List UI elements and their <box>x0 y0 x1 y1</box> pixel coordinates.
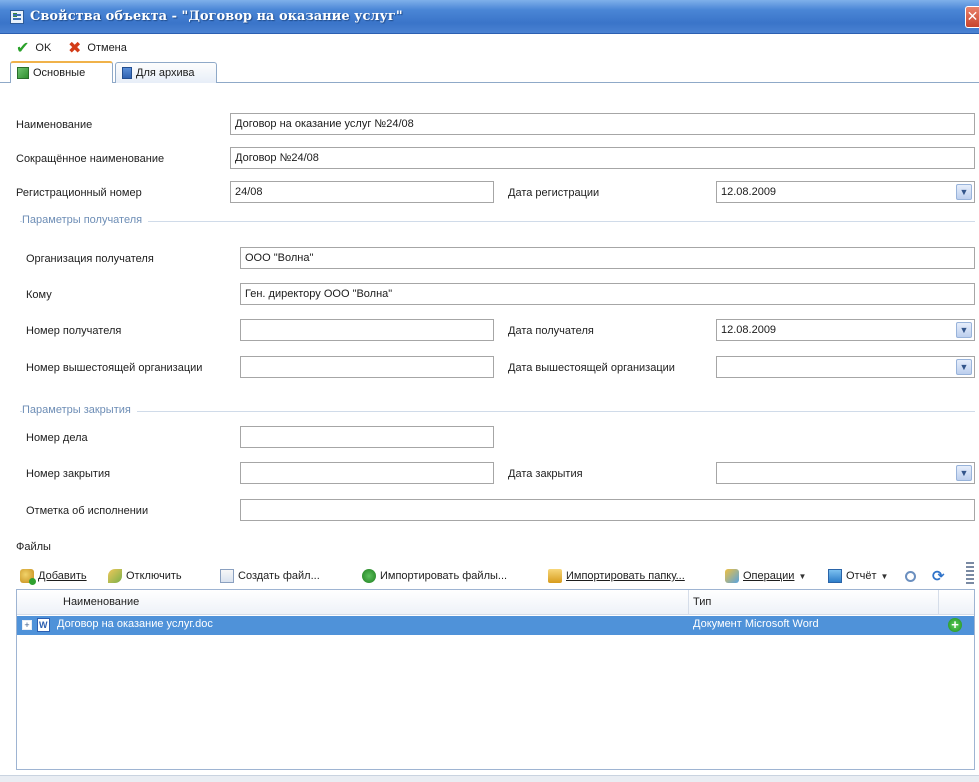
execution-mark-input[interactable] <box>240 499 975 521</box>
toolbar-overflow-grip[interactable] <box>966 562 974 586</box>
import-files-icon <box>362 569 376 583</box>
table-row[interactable]: + Договор на оказание услуг.doc Документ… <box>17 616 974 635</box>
higher-org-date-label: Дата вышестоящей организации <box>508 362 675 374</box>
recipient-org-label: Организация получателя <box>26 253 154 265</box>
column-separator[interactable] <box>688 590 689 615</box>
recipient-group-title: Параметры получателя <box>22 214 149 226</box>
import-folder-button[interactable]: Импортировать папку... <box>548 565 685 587</box>
recipient-date-picker[interactable]: 12.08.2009 ▼ <box>716 319 975 341</box>
column-header-type[interactable]: Тип <box>693 596 711 608</box>
refresh-icon: ⟳ <box>932 568 945 585</box>
to-whom-label: Кому <box>26 289 52 301</box>
close-button[interactable]: ✕ <box>965 6 979 28</box>
add-file-label: Добавить <box>38 570 87 582</box>
reg-number-input[interactable]: 24/08 <box>230 181 494 203</box>
reg-date-picker[interactable]: 12.08.2009 ▼ <box>716 181 975 203</box>
chevron-down-icon[interactable]: ▼ <box>956 184 972 200</box>
files-grid: Наименование Тип + Договор на оказание у… <box>16 589 975 770</box>
recipient-org-input[interactable]: ООО "Волна" <box>240 247 975 269</box>
tab-main[interactable]: Основные <box>10 61 113 83</box>
new-file-icon <box>220 569 234 583</box>
add-file-icon <box>20 569 36 585</box>
operations-menu[interactable]: Операции ▼ <box>725 565 806 587</box>
closing-group-title: Параметры закрытия <box>22 404 137 416</box>
case-number-label: Номер дела <box>26 432 88 444</box>
add-version-icon[interactable]: + <box>948 618 962 632</box>
chevron-down-icon[interactable]: ▼ <box>956 359 972 375</box>
check-icon: ✔ <box>16 40 30 57</box>
add-file-button[interactable]: Добавить <box>20 565 87 587</box>
import-files-label: Импортировать файлы... <box>380 570 508 582</box>
expand-icon[interactable]: + <box>22 620 32 630</box>
grid-header: Наименование Тип <box>17 590 974 615</box>
folder-icon <box>548 569 562 583</box>
ok-label: OK <box>35 42 52 54</box>
tab-strip: Основные Для архива <box>0 60 979 83</box>
recipient-number-label: Номер получателя <box>26 325 122 337</box>
closing-date-label: Дата закрытия <box>508 468 583 480</box>
execution-mark-label: Отметка об исполнении <box>26 505 149 517</box>
search-icon <box>905 570 916 582</box>
tab-archive-label: Для архива <box>136 67 195 79</box>
window-title: Свойства объекта - "Договор на оказание … <box>30 9 403 24</box>
archive-icon <box>122 67 132 79</box>
detach-button[interactable]: Отключить <box>108 565 182 587</box>
create-file-label: Создать файл... <box>238 570 320 582</box>
short-name-input[interactable]: Договор №24/08 <box>230 147 975 169</box>
tab-archive[interactable]: Для архива <box>115 62 217 83</box>
tab-main-label: Основные <box>33 67 86 79</box>
recipient-group-line <box>20 221 975 222</box>
create-file-button[interactable]: Создать файл... <box>220 565 320 587</box>
word-document-icon <box>37 618 50 632</box>
status-bar <box>0 775 979 782</box>
recipient-date-label: Дата получателя <box>508 325 594 337</box>
case-number-input[interactable] <box>240 426 494 448</box>
higher-org-number-label: Номер вышестоящей организации <box>26 362 203 374</box>
file-name-cell: Договор на оказание услуг.doc <box>57 618 213 630</box>
operations-icon <box>725 569 739 583</box>
chevron-down-icon: ▼ <box>880 571 889 581</box>
chevron-down-icon: ▼ <box>798 571 807 581</box>
action-bar: ✔ OK ✖ Отмена <box>0 35 979 60</box>
title-bar: Свойства объекта - "Договор на оказание … <box>0 0 979 34</box>
cancel-x-icon: ✖ <box>68 40 82 57</box>
import-files-button[interactable]: Импортировать файлы... <box>362 565 507 587</box>
reg-date-label: Дата регистрации <box>508 187 600 199</box>
column-header-name[interactable]: Наименование <box>63 596 139 608</box>
document-icon <box>17 67 29 79</box>
report-icon <box>828 569 842 583</box>
closing-group-line <box>20 411 975 412</box>
closing-date-picker[interactable]: ▼ <box>716 462 975 484</box>
name-label: Наименование <box>16 119 93 131</box>
file-type-cell: Документ Microsoft Word <box>693 618 819 630</box>
refresh-button[interactable]: ⟳ <box>932 565 946 587</box>
chevron-down-icon[interactable]: ▼ <box>956 465 972 481</box>
cancel-button[interactable]: ✖ Отмена <box>68 39 127 57</box>
ok-button[interactable]: ✔ OK <box>16 39 51 57</box>
closing-number-label: Номер закрытия <box>26 468 111 480</box>
import-folder-label: Импортировать папку... <box>566 570 685 582</box>
detach-label: Отключить <box>126 570 182 582</box>
recipient-number-input[interactable] <box>240 319 494 341</box>
reg-number-label: Регистрационный номер <box>16 187 142 199</box>
closing-number-input[interactable] <box>240 462 494 484</box>
detach-icon <box>108 569 122 583</box>
higher-org-date-picker[interactable]: ▼ <box>716 356 975 378</box>
report-menu[interactable]: Отчёт ▼ <box>828 565 888 587</box>
files-section-title: Файлы <box>16 541 51 553</box>
column-separator[interactable] <box>938 590 939 615</box>
name-input[interactable]: Договор на оказание услуг №24/08 <box>230 113 975 135</box>
to-whom-input[interactable]: Ген. директору ООО "Волна" <box>240 283 975 305</box>
higher-org-number-input[interactable] <box>240 356 494 378</box>
reg-date-value: 12.08.2009 <box>721 186 777 198</box>
recipient-date-value: 12.08.2009 <box>721 324 777 336</box>
cancel-label: Отмена <box>87 42 127 54</box>
operations-label: Операции <box>743 570 795 582</box>
short-name-label: Сокращённое наименование <box>16 153 165 165</box>
report-label: Отчёт <box>846 570 877 582</box>
search-button[interactable] <box>905 565 916 587</box>
chevron-down-icon[interactable]: ▼ <box>956 322 972 338</box>
app-icon <box>10 10 24 24</box>
